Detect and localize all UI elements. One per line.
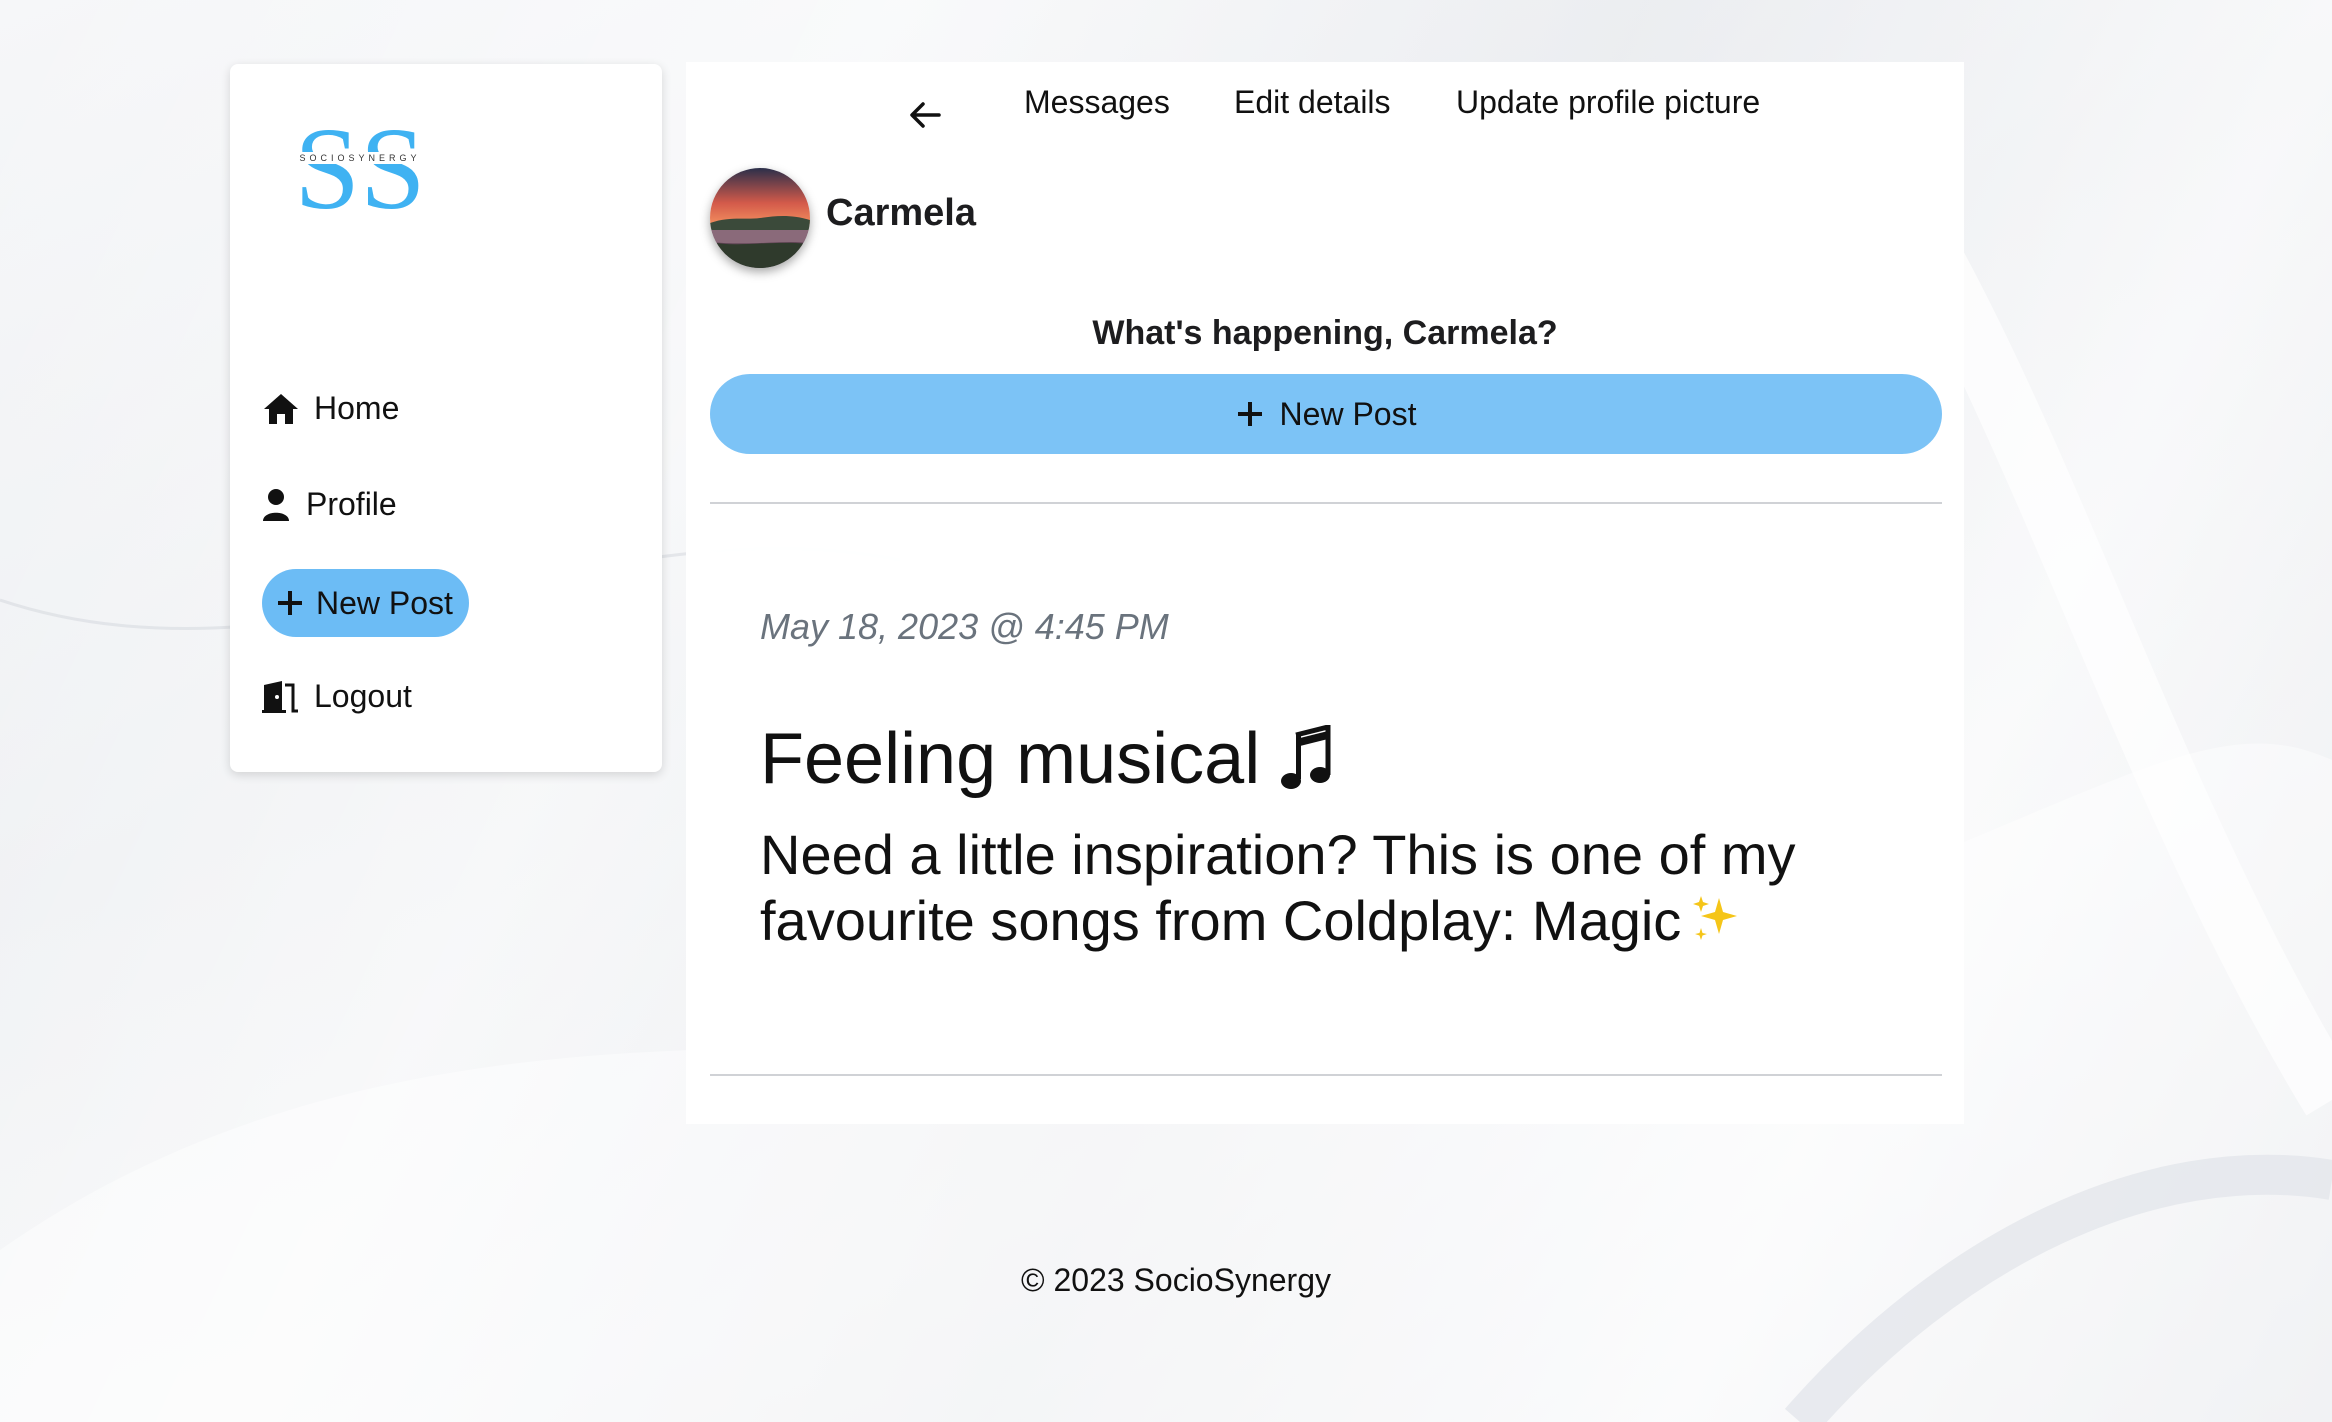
music-note-icon — [1280, 725, 1332, 793]
update-profile-picture-link[interactable]: Update profile picture — [1456, 84, 1760, 121]
edit-details-link[interactable]: Edit details — [1234, 84, 1391, 121]
new-post-label: New Post — [1279, 395, 1417, 432]
composer-prompt: What's happening, Carmela? — [1092, 314, 1558, 352]
door-icon — [262, 679, 302, 715]
post-title: Feeling musical — [760, 718, 1332, 800]
sociosynergy-logo[interactable]: SS SOCIOSYNERGY — [282, 103, 438, 234]
sidebar-item-label: Home — [314, 390, 400, 426]
user-icon — [262, 487, 294, 523]
footer-text: © 2023 SocioSynergy — [1021, 1262, 1331, 1298]
post-body: Need a little inspiration? This is one o… — [760, 822, 1860, 958]
divider — [710, 502, 1942, 504]
post-body-text: Need a little inspiration? This is one o… — [760, 823, 1796, 952]
footer: © 2023 SocioSynergy — [0, 1262, 2332, 1299]
new-post-button[interactable]: New Post — [710, 374, 1942, 454]
svg-text:SOCIOSYNERGY: SOCIOSYNERGY — [299, 153, 420, 163]
arrow-left-icon[interactable] — [908, 98, 942, 132]
divider — [710, 1074, 1942, 1076]
sparkles-icon — [1689, 892, 1741, 958]
plus-icon — [276, 589, 304, 617]
main-content: Messages Edit details Update profile pic… — [686, 62, 1964, 1124]
post-title-text: Feeling musical — [760, 719, 1261, 799]
avatar[interactable] — [710, 168, 810, 268]
messages-link[interactable]: Messages — [1024, 84, 1170, 121]
sidebar-item-label: Profile — [306, 486, 397, 522]
sidebar-item-label: Logout — [314, 678, 412, 714]
post-date: May 18, 2023 @ 4:45 PM — [760, 606, 1169, 647]
sidebar-item-home[interactable]: Home — [262, 390, 399, 427]
sidebar-item-logout[interactable]: Logout — [262, 678, 412, 715]
home-icon — [262, 391, 302, 427]
sidebar-item-label: New Post — [316, 584, 453, 621]
plus-icon — [1236, 400, 1264, 428]
sidebar: SS SOCIOSYNERGY Home Profile New Post Lo… — [230, 64, 662, 772]
sidebar-new-post-button[interactable]: New Post — [262, 569, 469, 637]
sidebar-item-profile[interactable]: Profile — [262, 486, 397, 523]
profile-name: Carmela — [826, 192, 976, 234]
